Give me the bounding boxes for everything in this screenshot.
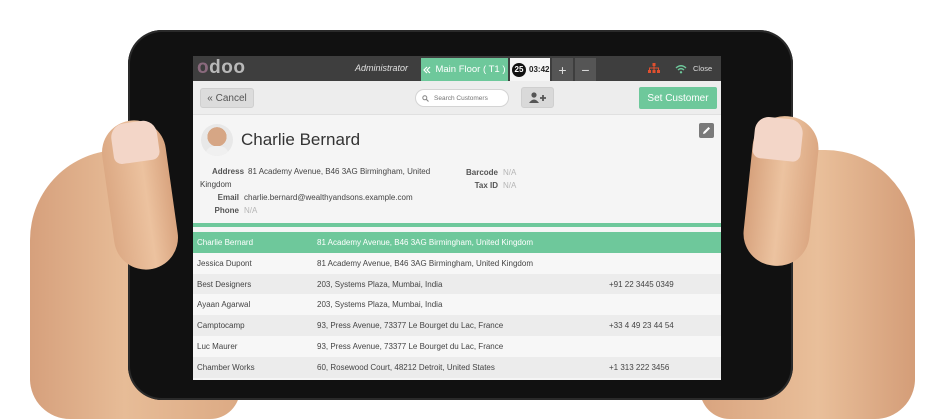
customer-row-phone: +33 4 49 23 44 54 xyxy=(609,321,674,331)
customer-row-phone: +1 313 222 3456 xyxy=(609,362,670,372)
remove-order-button[interactable]: − xyxy=(575,58,596,81)
customer-row-address: 81 Academy Avenue, B46 3AG Birmingham, U… xyxy=(317,238,533,247)
customer-row[interactable]: Jessica Dupont 81 Academy Avenue, B46 3A… xyxy=(193,252,721,274)
add-customer-button[interactable] xyxy=(521,87,554,108)
close-button[interactable]: Close xyxy=(693,64,712,73)
customer-row-address: 60, Rosewood Court, 48212 Detroit, Unite… xyxy=(317,362,495,372)
left-thumbnail xyxy=(109,118,161,166)
customer-row-name: Ayaan Agarwal xyxy=(197,300,251,310)
taxid-label: Tax ID xyxy=(474,181,498,190)
add-user-icon xyxy=(528,92,546,103)
customer-row-address: 93, Press Avenue, 73377 Le Bourget du La… xyxy=(317,341,504,351)
network-icon[interactable] xyxy=(640,56,667,81)
customer-row-address: 203, Systems Plaza, Mumbai, India xyxy=(317,300,443,310)
customer-row-name: Best Designers xyxy=(197,279,252,289)
detail-divider xyxy=(193,223,721,227)
customer-row[interactable]: Charlie Bernard 81 Academy Avenue, B46 3… xyxy=(193,232,721,253)
taxid-value: N/A xyxy=(503,181,517,190)
cancel-button[interactable]: « Cancel xyxy=(200,88,254,108)
right-thumbnail xyxy=(751,115,805,163)
customer-row-name: Charlie Bernard xyxy=(197,238,254,247)
barcode-label: Barcode xyxy=(465,168,498,177)
customer-row-name: Jessica Dupont xyxy=(197,258,252,268)
edit-icon xyxy=(703,127,710,134)
user-name[interactable]: Administrator xyxy=(355,63,408,73)
email-value: charlie.bernard@wealthyandsons.example.c… xyxy=(244,193,413,202)
customer-row[interactable]: Best Designers 203, Systems Plaza, Mumba… xyxy=(193,273,721,295)
floor-tab-label: Main Floor ( T1 ) xyxy=(435,64,506,75)
customer-name: Charlie Bernard xyxy=(241,130,361,149)
order-time: 03:42 xyxy=(529,65,550,74)
email-label: Email xyxy=(217,193,239,202)
customer-row-name: Luc Maurer xyxy=(197,341,238,351)
customer-row-address: 81 Academy Avenue, B46 3AG Birmingham, U… xyxy=(317,258,533,268)
search-box[interactable] xyxy=(415,89,509,107)
customer-row[interactable]: Camptocamp 93, Press Avenue, 73377 Le Bo… xyxy=(193,315,721,336)
add-order-button[interactable]: + xyxy=(552,58,573,81)
wifi-icon[interactable] xyxy=(667,56,694,81)
floor-tab[interactable]: Main Floor ( T1 ) xyxy=(421,58,508,81)
customer-avatar xyxy=(201,124,233,156)
customer-row-name: Camptocamp xyxy=(197,321,245,331)
customer-row[interactable]: Luc Maurer 93, Press Avenue, 73377 Le Bo… xyxy=(193,335,721,357)
top-bar: odoo Administrator Main Floor ( T1 ) 25 … xyxy=(193,56,721,81)
pos-screen: odoo Administrator Main Floor ( T1 ) 25 … xyxy=(193,56,721,380)
address-field: Address 81 Academy Avenue, B46 3AG Birmin… xyxy=(200,166,440,191)
odoo-logo: odoo xyxy=(197,57,246,78)
phone-label: Phone xyxy=(214,206,239,215)
search-icon xyxy=(422,94,429,102)
customer-row-address: 203, Systems Plaza, Mumbai, India xyxy=(317,279,443,289)
set-customer-button[interactable]: Set Customer xyxy=(639,87,717,109)
customer-toolbar: « Cancel Set Customer xyxy=(193,81,721,115)
chevron-left-icon xyxy=(423,66,431,73)
customer-row[interactable]: Chamber Works 60, Rosewood Court, 48212 … xyxy=(193,356,721,378)
order-number-badge: 25 xyxy=(512,62,526,77)
customer-list: Charlie Bernard 81 Academy Avenue, B46 3… xyxy=(193,232,721,378)
customer-row-name: Chamber Works xyxy=(197,362,255,372)
customer-row[interactable]: Ayaan Agarwal 203, Systems Plaza, Mumbai… xyxy=(193,294,721,316)
customer-details: Charlie Bernard Address 81 Academy Avenue… xyxy=(193,116,721,222)
phone-value: N/A xyxy=(244,206,258,215)
search-input[interactable] xyxy=(434,94,506,102)
order-tab[interactable]: 25 03:42 xyxy=(510,58,550,81)
edit-customer-button[interactable] xyxy=(699,123,714,138)
barcode-value: N/A xyxy=(503,168,517,177)
customer-row-address: 93, Press Avenue, 73377 Le Bourget du La… xyxy=(317,321,504,331)
address-label: Address xyxy=(212,167,245,176)
customer-row-phone: +91 22 3445 0349 xyxy=(609,279,674,289)
